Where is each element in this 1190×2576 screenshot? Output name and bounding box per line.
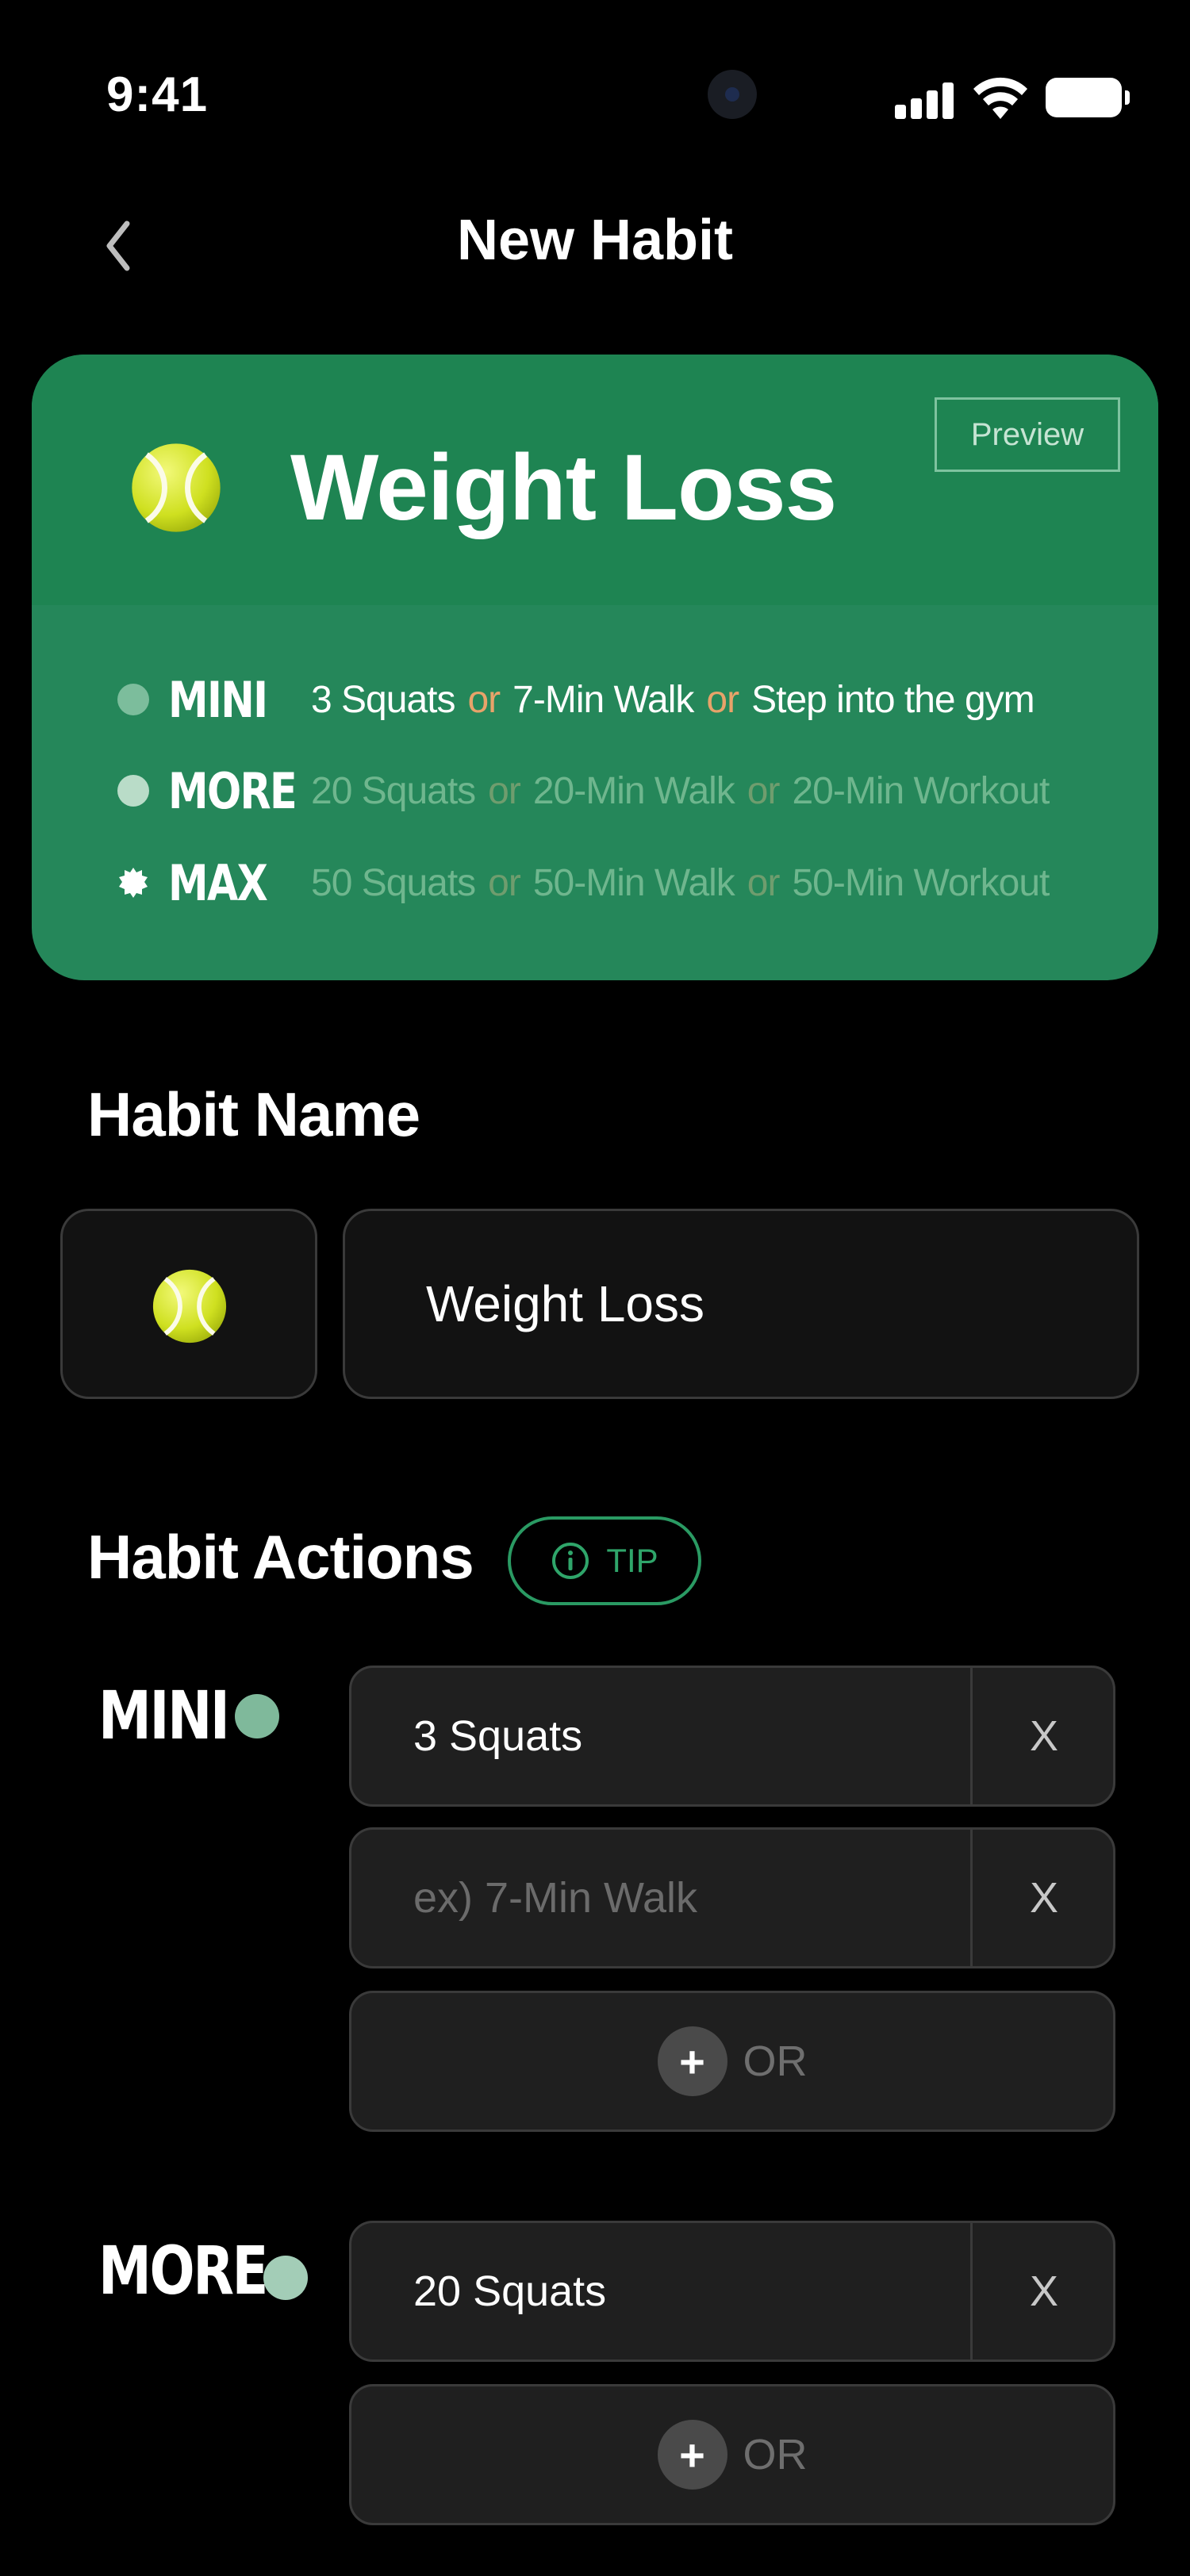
tip-button[interactable]: TIP [508,1516,701,1605]
add-or-label: OR [743,2037,808,2085]
action-text: 7-Min Walk [512,678,694,721]
add-or-label: OR [743,2431,808,2478]
habit-preview-card: Weight Loss Preview MINI 3 Squats or 7-Min… [32,355,1158,980]
more-action-input[interactable] [351,2223,970,2359]
emoji-picker-button[interactable] [60,1209,317,1399]
action-text: 20-Min Walk [532,769,735,812]
action-text: 50-Min Walk [532,861,735,904]
remove-action-button[interactable]: X [973,1668,1115,1804]
remove-action-button[interactable]: X [973,1830,1115,1966]
tennis-ball-icon [152,1269,227,1344]
level-actions: 20 Squats or 20-Min Walk or 20-Min Workout [311,769,1050,813]
action-text: 50-Min Workout [792,861,1050,904]
plus-icon: + [657,2420,727,2490]
camera-cutout [708,70,757,119]
mini-add-or-button[interactable]: + OR [349,1991,1115,2132]
or-separator: or [747,861,781,904]
mini-action-input[interactable] [351,1830,970,1966]
preview-button[interactable]: Preview [935,397,1120,472]
or-separator: or [488,769,521,812]
level-name: MORE [168,761,298,820]
more-dot-icon [263,2256,308,2300]
level-name: MAX [168,853,268,912]
max-badge-icon [119,868,148,898]
level-name: MINI [168,670,268,729]
level-actions: 50 Squats or 50-Min Walk or 50-Min Workout [311,861,1050,905]
action-text: 3 Squats [311,678,455,721]
or-separator: or [706,678,739,721]
more-group-label: MORE [98,2232,268,2310]
wifi-icon [973,77,1027,119]
battery-icon [1046,78,1130,117]
phone-screen: 9:41 New Habit Weight Loss Preview MINI … [0,0,1190,2576]
cellular-signal-icon [895,82,954,119]
habit-name-heading: Habit Name [87,1079,420,1149]
habit-name-input[interactable] [343,1209,1139,1399]
more-action-field-1: X [349,2221,1115,2362]
tip-label: TIP [606,1542,658,1579]
or-separator: or [467,678,501,721]
mini-action-field-1: X [349,1666,1115,1807]
action-text: Step into the gym [751,678,1035,721]
plus-icon: + [657,2026,727,2096]
or-separator: or [488,861,521,904]
mini-action-input[interactable] [351,1668,970,1804]
action-text: 20 Squats [311,769,476,812]
page-title: New Habit [456,209,734,272]
more-dot-icon [117,775,149,807]
action-text: 50 Squats [311,861,476,904]
level-actions: 3 Squats or 7-Min Walk or Step into the gym [311,678,1035,722]
habit-actions-heading: Habit Actions [87,1522,474,1592]
mini-dot-icon [235,1694,279,1738]
info-icon [552,1543,589,1579]
action-text: 20-Min Workout [792,769,1050,812]
mini-group-label: MINI [98,1677,230,1754]
preview-level-mini: MINI 3 Squats or 7-Min Walk or Step into the… [32,668,1158,731]
status-time: 9:41 [106,67,209,122]
mini-dot-icon [117,684,149,715]
preview-level-more: MORE 20 Squats or 20-Min Walk or 20-Min Work… [32,759,1158,822]
preview-level-max: MAX 50 Squats or 50-Min Walk or 50-Min Worko… [32,851,1158,914]
or-separator: or [747,769,781,812]
remove-action-button[interactable]: X [973,2223,1115,2359]
mini-action-field-2: X [349,1827,1115,1968]
more-add-or-button[interactable]: + OR [349,2384,1115,2525]
preview-habit-title: Weight Loss [290,435,837,540]
tennis-ball-icon [132,443,221,532]
